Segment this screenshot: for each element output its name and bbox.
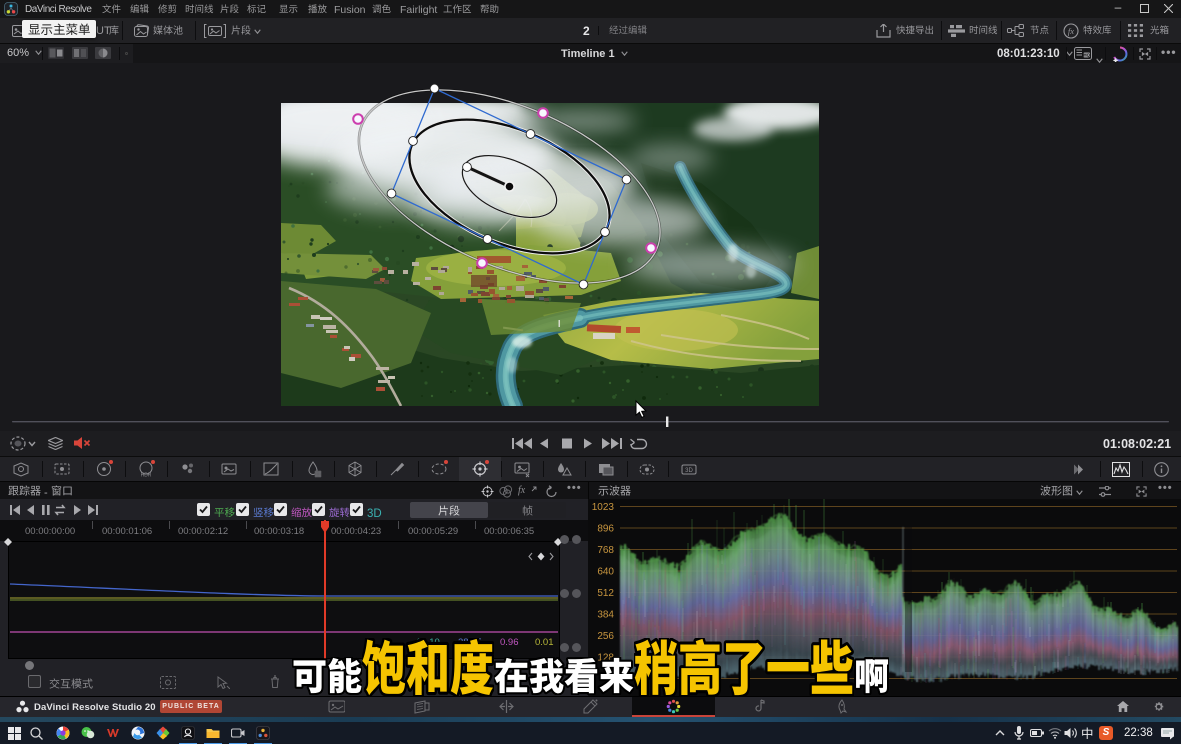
svg-text:HDR: HDR (141, 473, 152, 479)
svg-text:3D: 3D (685, 468, 693, 474)
svg-text:896: 896 (597, 524, 614, 535)
svg-text:fx: fx (1068, 26, 1074, 36)
svg-text:640: 640 (597, 567, 614, 578)
svg-text:768: 768 (597, 545, 614, 556)
svg-text:HQ: HQ (1083, 53, 1090, 58)
svg-text:384: 384 (597, 610, 614, 621)
svg-text:1023: 1023 (592, 502, 615, 513)
svg-text:512: 512 (597, 588, 614, 599)
